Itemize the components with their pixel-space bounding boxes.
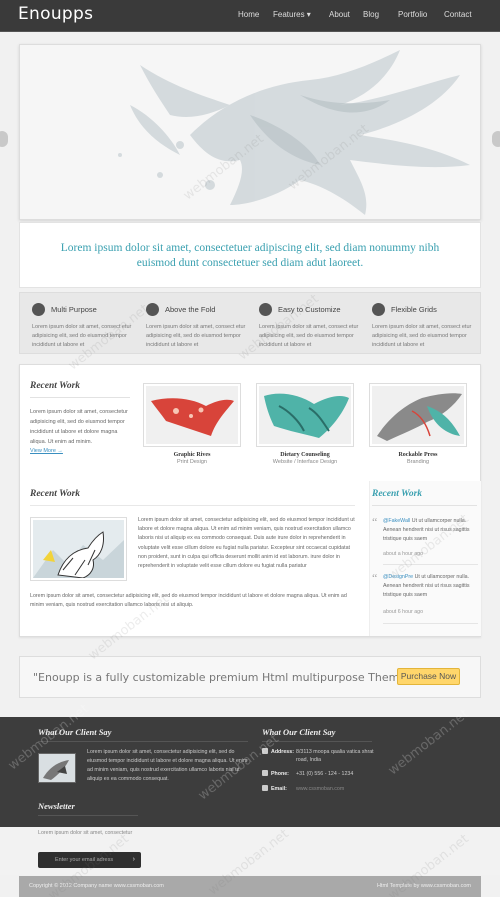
tweet-handle[interactable]: @DesignPre: [383, 574, 413, 580]
divider: [262, 741, 372, 742]
hero-slider: [19, 44, 481, 220]
teal-bird-image: [259, 386, 351, 444]
submit-arrow-icon[interactable]: ›: [133, 852, 135, 868]
tweet-text: @DesignPre Ut ut ullamcorper nulla. Aene…: [383, 573, 478, 600]
work-name: Dietary Counseling: [280, 452, 330, 458]
view-more-link[interactable]: View More →: [30, 448, 63, 454]
tweet-time: about a hour ago: [383, 551, 424, 557]
twitter-sidebar: Recent Work “ @FakeWall Ut ut ullamcorpe…: [369, 481, 481, 636]
feature-title: Above the Fold: [165, 305, 216, 314]
featured-work-image[interactable]: [30, 517, 127, 581]
feature-title: Flexible Grids: [391, 305, 437, 314]
divider: [38, 815, 138, 816]
quote-icon: “: [372, 515, 378, 529]
client-image: [39, 754, 75, 782]
footer: What Our Client Say Lorem ipsum dolor si…: [0, 717, 500, 827]
work-category: Print Design: [177, 459, 207, 465]
purchase-now-button[interactable]: Purchase Now: [397, 668, 460, 685]
contact-label: Phone:: [271, 771, 289, 777]
work-item[interactable]: Graphic Rives Print Design: [143, 383, 241, 465]
nav-home[interactable]: Home: [238, 10, 259, 19]
nav-blog[interactable]: Blog: [363, 10, 379, 19]
eagle-illustration: [20, 45, 480, 219]
feature-title: Easy to Customize: [278, 305, 341, 314]
recent-work-text: Lorem ipsum dolor sit amet, consectetur …: [30, 409, 128, 445]
client-testimonial: Lorem ipsum dolor sit amet, consectetur …: [87, 749, 248, 782]
contact-label: Address:: [271, 749, 294, 755]
red-bird-image: [146, 386, 238, 444]
divider: [372, 505, 477, 506]
newsletter-section: Lorem ipsum dolor sit amet, consectetur …: [0, 827, 500, 875]
feature-desc: Lorem ipsum dolor sit amet, consect etur…: [259, 324, 359, 348]
slider-next-arrow[interactable]: [492, 131, 500, 147]
copyright-left: Copyright © 2012 Company name www.cssmob…: [29, 883, 164, 889]
wrench-icon: [32, 303, 45, 316]
divider: [383, 564, 478, 565]
contact-label: Email:: [271, 786, 287, 792]
contact-value: +31 (0) 556 - 124 - 1234: [296, 771, 354, 777]
copyright-right: Html Template by www.cssmoban.com: [376, 883, 471, 889]
tagline-text: Lorem ipsum dolor sit amet, consectetuer…: [60, 242, 440, 269]
location-icon: [262, 748, 268, 754]
phone-icon: [262, 770, 268, 776]
work-name: Graphic Rives: [173, 452, 211, 458]
gear-icon: [259, 303, 272, 316]
cta-bar: "Enoupp is a fully customizable premium …: [19, 656, 481, 698]
client-thumbnail: [38, 753, 76, 783]
nav-features[interactable]: Features ▾: [273, 10, 311, 19]
nav-portfolio[interactable]: Portfolio: [398, 10, 427, 19]
work-category: Branding: [406, 459, 430, 465]
tweet-handle[interactable]: @FakeWall: [383, 518, 410, 524]
sidebar-title: Recent Work: [372, 489, 423, 499]
grey-bird-image: [372, 386, 464, 444]
divider: [38, 741, 248, 742]
newsletter-title: Newsletter: [38, 801, 75, 811]
tweet-text: @FakeWall Ut ut ullamcorper nulla. Aenea…: [383, 517, 478, 544]
divider: [30, 505, 355, 506]
feature-desc: Lorem ipsum dolor sit amet, consect etur…: [146, 324, 246, 348]
slider-prev-arrow[interactable]: [0, 131, 8, 147]
mail-icon: [262, 785, 268, 791]
contact-email-link[interactable]: www.cssmoban.com: [296, 785, 376, 793]
site-logo[interactable]: Enoupps: [18, 4, 93, 24]
divider: [30, 397, 130, 398]
newsletter-placeholder: Enter your email adress: [55, 857, 114, 863]
feature-desc: Lorem ipsum dolor sit amet, consect etur…: [372, 324, 472, 348]
tweet-time: about 6 hour ago: [383, 609, 424, 615]
footer-clients-title: What Our Client Say: [38, 727, 112, 737]
work-category: Website / Interface Design: [272, 459, 338, 465]
work-thumbnail[interactable]: [143, 383, 241, 447]
cta-text: "Enoupp is a fully customizable premium …: [33, 671, 412, 684]
recent-work-title-2: Recent Work: [30, 489, 81, 499]
window-icon: [146, 303, 159, 316]
recent-work-title: Recent Work: [30, 381, 81, 391]
newsletter-email-input[interactable]: Enter your email adress ›: [38, 852, 141, 868]
work-name: Rockable Press: [398, 452, 438, 458]
feature-desc: Lorem ipsum dolor sit amet, consect etur…: [32, 324, 132, 348]
featured-work-text: Lorem ipsum dolor sit amet, consectetur …: [138, 517, 355, 570]
top-header: Enoupps Home Features ▾ About Blog Portf…: [0, 0, 500, 32]
contact-email: Email: www.cssmoban.com: [262, 785, 372, 793]
nav-about[interactable]: About: [329, 10, 350, 19]
grid-icon: [372, 303, 385, 316]
newsletter-desc: Lorem ipsum dolor sit amet, consectetur: [38, 830, 133, 836]
footer-contact-title: What Our Client Say: [262, 727, 336, 737]
featured-work-text-2: Lorem ipsum dolor sit amet, consectetur …: [30, 593, 347, 609]
work-item[interactable]: Rockable Press Branding: [369, 383, 467, 465]
work-thumbnail[interactable]: [256, 383, 354, 447]
contact-phone: Phone: +31 (0) 556 - 124 - 1234: [262, 770, 372, 778]
quote-icon: “: [372, 571, 378, 585]
robot-illustration: [33, 520, 124, 578]
contact-value: 8/3113 moopa qaalia vatica shrat road, I…: [296, 749, 374, 763]
contact-address: Address: 8/3113 moopa qaalia vatica shra…: [262, 748, 374, 764]
nav-contact[interactable]: Contact: [444, 10, 472, 19]
feature-title: Multi Purpose: [51, 305, 97, 314]
work-thumbnail[interactable]: [369, 383, 467, 447]
main-content: Recent Work Lorem ipsum dolor sit amet, …: [19, 364, 481, 637]
copyright-bar: Copyright © 2012 Company name www.cssmob…: [19, 876, 481, 897]
features-bar: Multi Purpose Lorem ipsum dolor sit amet…: [19, 292, 481, 354]
work-item[interactable]: Dietary Counseling Website / Interface D…: [256, 383, 354, 465]
tagline-box: Lorem ipsum dolor sit amet, consectetuer…: [19, 222, 481, 288]
divider: [383, 623, 478, 624]
